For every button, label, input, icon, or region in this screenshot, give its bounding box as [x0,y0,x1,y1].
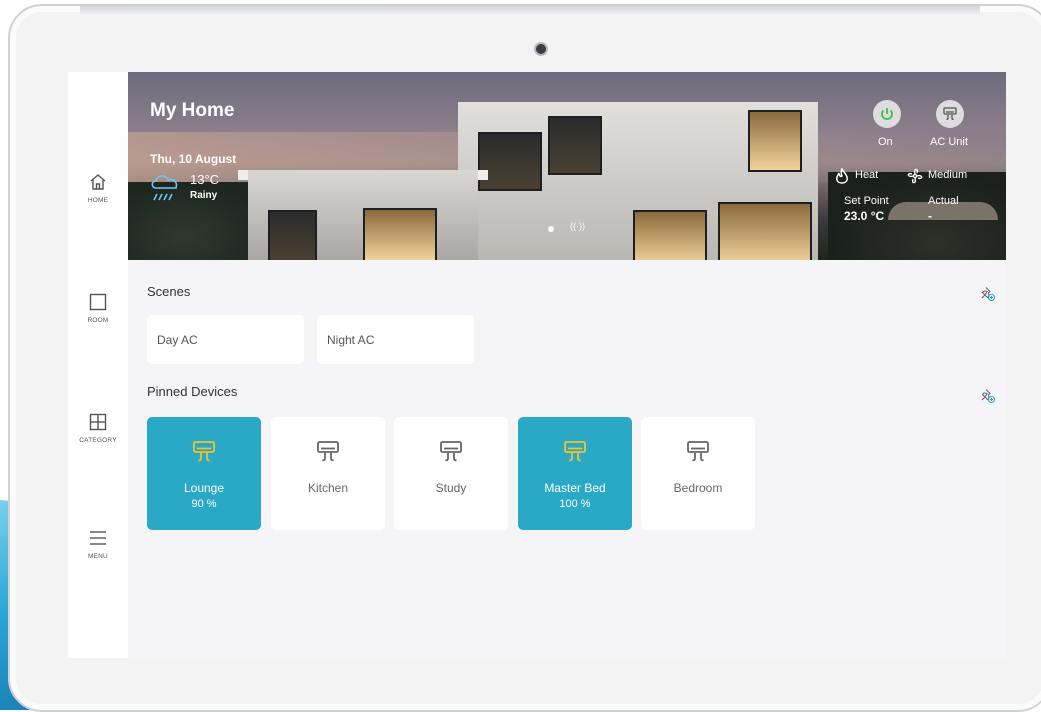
scenes-title: Scenes [147,284,191,299]
air-conditioner-icon [317,441,339,462]
ac-unit-button[interactable] [936,100,964,128]
hero-window [718,202,812,260]
scene-card-day-ac[interactable]: Day AC [147,315,304,364]
ac-unit-label: AC Unit [930,136,968,148]
device-value: 90 % [191,498,217,510]
hero-window [748,110,802,172]
pinned-devices-title: Pinned Devices [147,384,238,399]
add-pin-icon[interactable] [980,388,996,404]
home-icon [90,174,106,190]
scene-name: Day AC [157,332,198,347]
scene-name: Night AC [327,332,375,347]
hero-banner: My Home Thu, 10 August 13°C Rainy ((·)) [128,72,1006,260]
app-screen: HOME ROOM CATEGORY MENU My Home Thu, 10 … [68,72,1006,658]
nav-label-home: HOME [87,197,109,204]
power-status: On [878,136,893,148]
hero-house-main [458,102,818,260]
setpoint-value[interactable]: 23.0 °C [844,209,884,223]
weather-condition: Rainy [190,190,218,201]
hero-window [633,210,707,260]
rain-cloud-icon [151,175,178,201]
weather-temperature: 13°C [190,172,220,187]
nav-label-menu: MENU [88,553,108,560]
device-card-lounge[interactable]: Lounge 90 % [147,417,261,530]
hero-window [268,210,317,260]
setpoint-label: Set Point [844,195,889,207]
page-title: My Home [150,100,235,121]
nav-item-home[interactable]: HOME [68,172,128,232]
nav-item-menu[interactable]: MENU [68,528,128,588]
nav-label-room: ROOM [87,317,109,324]
scene-card-night-ac[interactable]: Night AC [317,315,474,364]
device-value: 100 % [559,498,591,510]
device-name: Master Bed [544,481,606,495]
tablet-top-edge [80,6,980,14]
device-name: Kitchen [307,481,349,495]
device-card-master-bed[interactable]: Master Bed 100 % [518,417,632,530]
nav-item-category[interactable]: CATEGORY [68,412,128,472]
device-name: Bedroom [673,481,723,495]
air-conditioner-icon [687,441,709,462]
power-button[interactable] [873,100,901,128]
hero-window [548,116,602,175]
wireless-signal-icon[interactable]: ((·)) [570,221,585,231]
device-card-kitchen[interactable]: Kitchen [271,417,385,530]
actual-label: Actual [928,195,959,207]
device-name: Lounge [183,481,225,495]
device-card-bedroom[interactable]: Bedroom [641,417,755,530]
air-conditioner-icon [193,441,215,462]
nav-rail: HOME ROOM CATEGORY MENU [68,72,128,658]
mode-label[interactable]: Heat [855,169,878,181]
nav-label-category: CATEGORY [79,437,117,444]
add-pin-icon[interactable] [980,286,996,302]
actual-value: - [928,209,932,223]
category-icon [89,413,107,431]
air-conditioner-icon [564,441,586,462]
tablet-frame: HOME ROOM CATEGORY MENU My Home Thu, 10 … [8,4,1041,712]
air-conditioner-icon [943,107,957,120]
camera-icon [534,42,548,56]
hero-house-left [248,170,478,260]
fan-speed-label[interactable]: Medium [928,169,967,181]
flame-icon [836,168,848,184]
hero-window [478,132,542,191]
device-card-study[interactable]: Study [394,417,508,530]
hero-window [363,208,437,260]
power-icon [881,108,893,120]
room-icon [89,293,107,311]
device-name: Study [435,481,467,495]
air-conditioner-icon [440,441,462,462]
menu-icon [90,531,106,545]
carousel-dot-active[interactable] [548,226,554,232]
nav-item-room[interactable]: ROOM [68,292,128,352]
current-date: Thu, 10 August [150,152,237,166]
fan-icon [907,168,923,184]
